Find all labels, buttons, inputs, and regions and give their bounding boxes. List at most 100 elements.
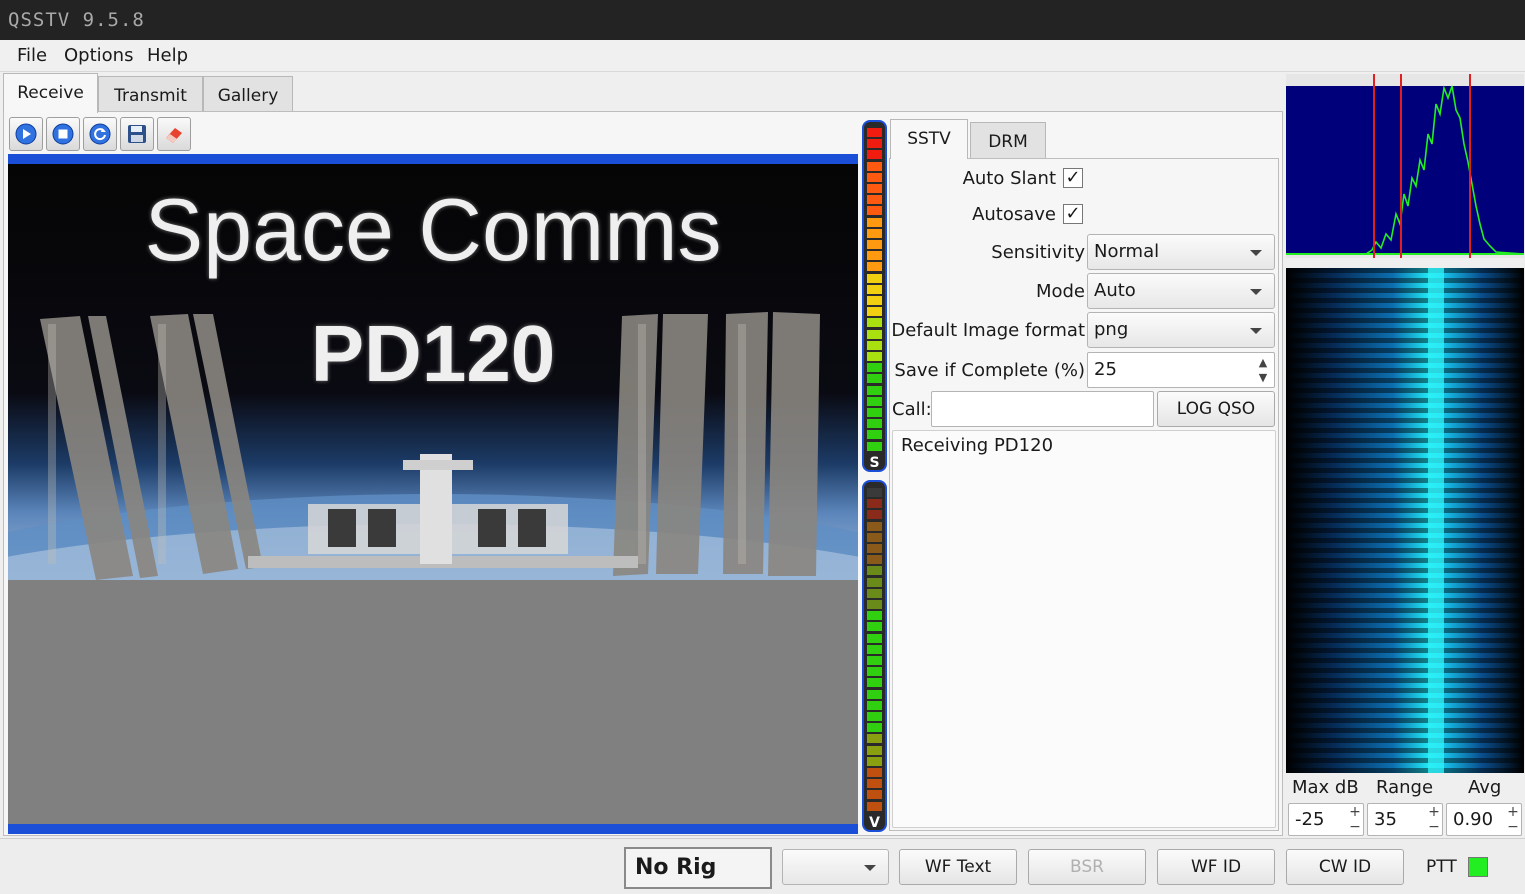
sensitivity-value: Normal bbox=[1094, 241, 1160, 262]
image-format-value: png bbox=[1094, 319, 1129, 340]
meter-segment bbox=[867, 340, 882, 350]
meter-segment bbox=[867, 363, 882, 373]
meter-segment bbox=[867, 184, 882, 193]
meter-segment bbox=[867, 273, 882, 283]
log-qso-button[interactable]: LOG QSO bbox=[1157, 391, 1275, 427]
meter-segment bbox=[867, 532, 882, 542]
tab-sstv[interactable]: SSTV bbox=[890, 119, 968, 159]
meter-segment bbox=[867, 521, 882, 531]
meter-segment bbox=[867, 756, 882, 766]
meter-segment bbox=[867, 656, 882, 665]
save-complete-spinbox[interactable]: 25 ▲ ▼ bbox=[1087, 352, 1275, 388]
sync-meter-marker: V bbox=[869, 815, 880, 831]
signal-meter-marker: S bbox=[869, 455, 880, 471]
ptt-indicator bbox=[1468, 857, 1488, 877]
meter-segment bbox=[867, 240, 882, 249]
sensitivity-select[interactable]: Normal bbox=[1087, 234, 1275, 270]
meter-segment bbox=[867, 723, 882, 733]
tab-transmit[interactable]: Transmit bbox=[98, 76, 203, 114]
meter-segment bbox=[867, 419, 882, 429]
meter-segment bbox=[867, 622, 882, 632]
received-image-area[interactable]: Space Comms PD120 bbox=[8, 154, 858, 834]
autosave-checkbox[interactable]: ✓ bbox=[1063, 204, 1083, 224]
meter-segment bbox=[867, 510, 882, 520]
menu-help[interactable]: Help bbox=[147, 45, 188, 66]
image-caption-line1: Space Comms bbox=[144, 180, 722, 279]
window-title: QSSTV 9.5.8 bbox=[8, 9, 145, 31]
signal-level-meter: S bbox=[862, 120, 887, 472]
menu-options[interactable]: Options bbox=[64, 45, 133, 66]
tab-drm[interactable]: DRM bbox=[970, 122, 1046, 160]
auto-slant-checkbox[interactable]: ✓ bbox=[1063, 168, 1083, 188]
meter-segment bbox=[867, 329, 882, 339]
autosave-label: Autosave bbox=[972, 204, 1056, 225]
meter-segment bbox=[867, 217, 882, 227]
stop-button[interactable] bbox=[46, 117, 80, 151]
meter-segment bbox=[867, 396, 882, 406]
spin-arrows-icon[interactable]: + − bbox=[1506, 805, 1520, 835]
cw-id-button[interactable]: CW ID bbox=[1286, 849, 1404, 885]
meter-segment bbox=[867, 296, 882, 305]
wf-text-button[interactable]: WF Text bbox=[899, 849, 1017, 885]
meter-segment bbox=[867, 172, 882, 182]
save-complete-value: 25 bbox=[1094, 359, 1117, 380]
start-button[interactable] bbox=[9, 117, 43, 151]
meter-segment bbox=[867, 633, 882, 643]
waterfall-graph bbox=[1286, 268, 1524, 773]
save-image-button[interactable] bbox=[120, 117, 154, 151]
waterfall-display[interactable] bbox=[1286, 268, 1524, 773]
meter-segment bbox=[867, 307, 882, 317]
image-caption-line2: PD120 bbox=[310, 309, 556, 398]
meter-segment bbox=[867, 161, 882, 171]
avg-spinbox[interactable]: 0.90 + − bbox=[1446, 803, 1522, 836]
ptt-label: PTT bbox=[1426, 857, 1457, 877]
meter-segment bbox=[867, 150, 882, 160]
image-format-label: Default Image format bbox=[891, 320, 1085, 341]
meter-segment bbox=[867, 441, 882, 451]
menu-bar: File Options Help bbox=[0, 40, 1525, 72]
max-db-label: Max dB bbox=[1292, 777, 1359, 798]
meter-segment bbox=[867, 700, 882, 710]
avg-value: 0.90 bbox=[1453, 809, 1494, 830]
meter-segment bbox=[867, 385, 882, 395]
tab-receive[interactable]: Receive bbox=[3, 73, 98, 113]
call-label: Call: bbox=[892, 399, 932, 420]
tab-gallery[interactable]: Gallery bbox=[203, 76, 293, 114]
meter-segment bbox=[867, 667, 882, 677]
resync-button[interactable] bbox=[83, 117, 117, 151]
image-format-select[interactable]: png bbox=[1087, 312, 1275, 348]
save-complete-label: Save if Complete (%) bbox=[894, 360, 1085, 381]
call-input[interactable] bbox=[931, 391, 1154, 427]
spin-arrows-icon[interactable]: + − bbox=[1427, 805, 1441, 835]
meter-segment bbox=[867, 206, 882, 216]
spin-arrows-icon[interactable]: ▲ ▼ bbox=[1254, 355, 1272, 385]
max-db-spinbox[interactable]: -25 + − bbox=[1288, 803, 1364, 836]
statusbar-select[interactable] bbox=[782, 849, 889, 885]
mode-value: Auto bbox=[1094, 280, 1136, 301]
meter-segment bbox=[867, 768, 882, 777]
menu-file[interactable]: File bbox=[17, 45, 47, 66]
spin-arrows-icon[interactable]: + − bbox=[1348, 805, 1362, 835]
avg-label: Avg bbox=[1468, 777, 1502, 798]
auto-slant-label: Auto Slant bbox=[962, 168, 1056, 189]
range-spinbox[interactable]: 35 + − bbox=[1367, 803, 1443, 836]
meter-segment bbox=[867, 734, 882, 744]
range-value: 35 bbox=[1374, 809, 1397, 830]
play-icon bbox=[15, 123, 37, 145]
meter-segment bbox=[867, 555, 882, 565]
eraser-icon bbox=[166, 128, 182, 143]
erase-button[interactable] bbox=[157, 117, 191, 151]
chevron-down-icon bbox=[1250, 250, 1262, 256]
bsr-button[interactable]: BSR bbox=[1028, 849, 1146, 885]
mode-select[interactable]: Auto bbox=[1087, 273, 1275, 309]
refresh-icon bbox=[89, 123, 111, 145]
received-image: Space Comms PD120 bbox=[8, 164, 858, 580]
meter-segment bbox=[867, 644, 882, 654]
meter-segment bbox=[867, 488, 882, 497]
wf-id-button[interactable]: WF ID bbox=[1157, 849, 1275, 885]
meter-segment bbox=[867, 678, 882, 688]
meter-segment bbox=[867, 284, 882, 294]
meter-segment bbox=[867, 689, 882, 699]
meter-segment bbox=[867, 318, 882, 328]
spectrum-display[interactable] bbox=[1286, 74, 1525, 266]
